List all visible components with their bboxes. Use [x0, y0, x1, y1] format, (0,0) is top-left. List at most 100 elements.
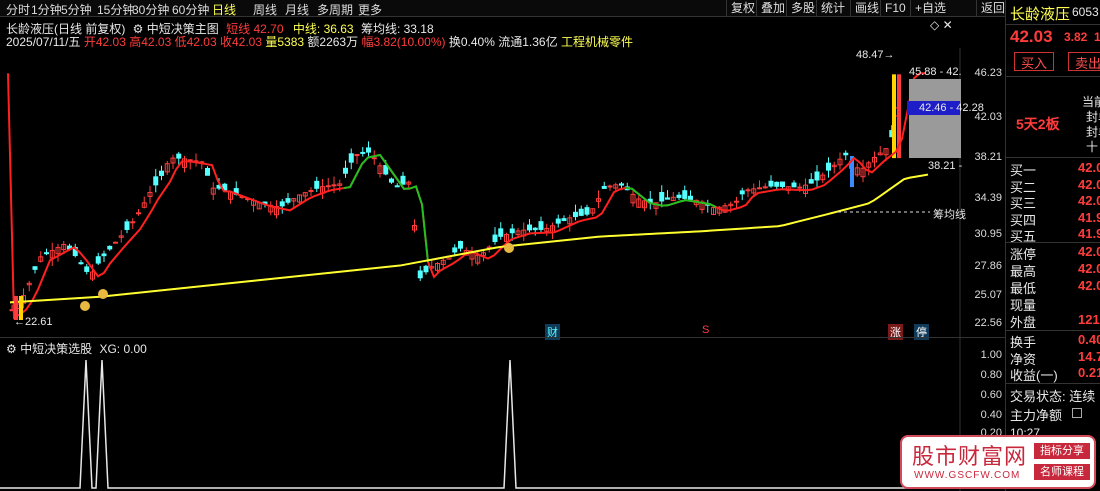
candle-body	[538, 221, 544, 230]
toolbar-button-1[interactable]: 叠加	[756, 0, 786, 17]
candle-body	[826, 162, 831, 171]
panel-stock-code: 6053	[1072, 5, 1099, 19]
candle-body	[739, 190, 745, 195]
candle-body	[348, 153, 354, 163]
candle-body	[688, 195, 693, 200]
divider	[1006, 157, 1100, 158]
panel-value: 42.0	[1078, 160, 1100, 175]
candle-body	[44, 252, 49, 255]
high-price-value: 48.47	[856, 49, 884, 61]
period-tab-10[interactable]: 更多	[358, 1, 382, 18]
candle-body	[84, 266, 90, 272]
candle-body	[797, 186, 803, 189]
price-axis-label: 27.86	[974, 260, 1002, 272]
candle-body	[366, 147, 371, 153]
watermark-url: WWW.GSCFW.COM	[914, 470, 1021, 481]
period-tab-5[interactable]: 60分钟	[172, 1, 209, 18]
panel-value: 121	[1078, 312, 1100, 327]
collapse-icon[interactable]: ◇ ✕	[930, 18, 953, 32]
period-tab-4[interactable]: 30分钟	[132, 1, 169, 18]
watermark-logo: 股市财富网 WWW.GSCFW.COM 指标分享 名师课程	[900, 435, 1096, 489]
quote-high: 高42.03	[129, 35, 172, 49]
period-tab-2[interactable]: 5分钟	[61, 1, 92, 18]
period-tab-0[interactable]: 分时	[6, 1, 30, 18]
candle-body	[498, 228, 504, 237]
candle-body	[808, 179, 814, 184]
quote-low: 低42.03	[174, 35, 217, 49]
panel-stock-name: 长龄液压	[1010, 6, 1071, 23]
sell-button[interactable]: 卖出	[1068, 52, 1100, 71]
candle-body	[734, 200, 739, 203]
candle-body	[331, 184, 337, 187]
candle-body	[159, 170, 164, 176]
panel-value: 14.7	[1078, 348, 1100, 364]
box-range-1: 45.88 - 42.	[909, 66, 962, 78]
period-tab-1[interactable]: 1分钟	[31, 1, 62, 18]
toolbar-button-4[interactable]: 画线	[850, 0, 880, 17]
main-flow-label[interactable]: 主力净额	[1010, 405, 1062, 424]
low-price-value: 22.61	[25, 316, 53, 328]
candle-body	[400, 175, 406, 185]
indicator-chart[interactable]	[0, 338, 1005, 491]
watermark-title: 股市财富网	[912, 445, 1028, 470]
candle-body	[153, 176, 159, 186]
candle-body	[561, 218, 567, 221]
toolbar-button-0[interactable]: 复权	[726, 0, 756, 17]
period-tab-7[interactable]: 周线	[253, 1, 277, 18]
candle-body	[791, 182, 797, 188]
panel-value: 0.40	[1078, 332, 1100, 347]
period-tab-9[interactable]: 多周期	[317, 1, 353, 18]
toolbar-button-5[interactable]: F10	[880, 0, 910, 17]
quote-volume: 量5383	[265, 35, 305, 49]
candle-body	[659, 192, 665, 202]
panel-label: 外盘	[1010, 315, 1037, 330]
panel-value: 42.0	[1078, 244, 1100, 259]
candle-body	[780, 181, 785, 187]
toolbar-button-7[interactable]: 返回	[976, 0, 1005, 17]
candle-body	[619, 183, 624, 186]
toolbar-button-2[interactable]: 多股	[786, 0, 816, 17]
candle-body	[95, 256, 101, 264]
indicator-axis-label: 1.00	[980, 349, 1002, 361]
panel-value: 42.0	[1078, 176, 1100, 192]
candle-body	[452, 247, 458, 253]
limit-up-bar	[892, 74, 896, 159]
watermark-tag-2: 名师课程	[1034, 464, 1090, 480]
note-ten-day: 十日	[1086, 140, 1100, 154]
candle-body	[32, 266, 38, 270]
buy-button[interactable]: 买入	[1014, 52, 1054, 71]
quote-sector[interactable]: 工程机械零件	[561, 35, 633, 49]
candle-body	[383, 165, 389, 175]
price-axis-label: 46.23	[974, 67, 1002, 79]
kline-chart[interactable]	[0, 48, 1005, 338]
candle-body	[665, 197, 670, 200]
event-s[interactable]: S	[702, 324, 709, 336]
xg-signal-line	[0, 359, 960, 489]
quote-change: 幅3.82(10.00%)	[361, 35, 446, 49]
grid-icon[interactable]	[1072, 408, 1082, 418]
candle-body	[285, 198, 291, 203]
money-bag-icon	[98, 289, 108, 299]
candle-body	[527, 224, 532, 231]
watermark-tag-1: 指标分享	[1034, 443, 1090, 459]
toolbar-button-6[interactable]: +自选	[910, 0, 972, 17]
price-box	[909, 79, 961, 158]
candle-body	[314, 180, 320, 189]
period-tab-3[interactable]: 15分钟	[97, 1, 134, 18]
quote-open: 开42.03	[83, 35, 126, 49]
candle-body	[325, 185, 331, 188]
quote-date: 2025/07/11/五	[6, 35, 81, 49]
box-range-2: 42.46 - 42.28	[919, 102, 984, 114]
short-line-green	[343, 153, 411, 190]
candle-body	[573, 211, 578, 218]
candle-body	[389, 178, 394, 183]
candle-body	[360, 151, 366, 154]
divider	[1006, 330, 1100, 331]
toolbar-button-3[interactable]: 统计	[816, 0, 850, 17]
period-tab-6[interactable]: 日线	[212, 1, 236, 18]
candle-body	[124, 221, 130, 230]
candle-body	[607, 185, 613, 188]
period-tab-8[interactable]: 月线	[285, 1, 309, 18]
candle-body	[682, 190, 688, 199]
candle-body	[745, 189, 751, 192]
